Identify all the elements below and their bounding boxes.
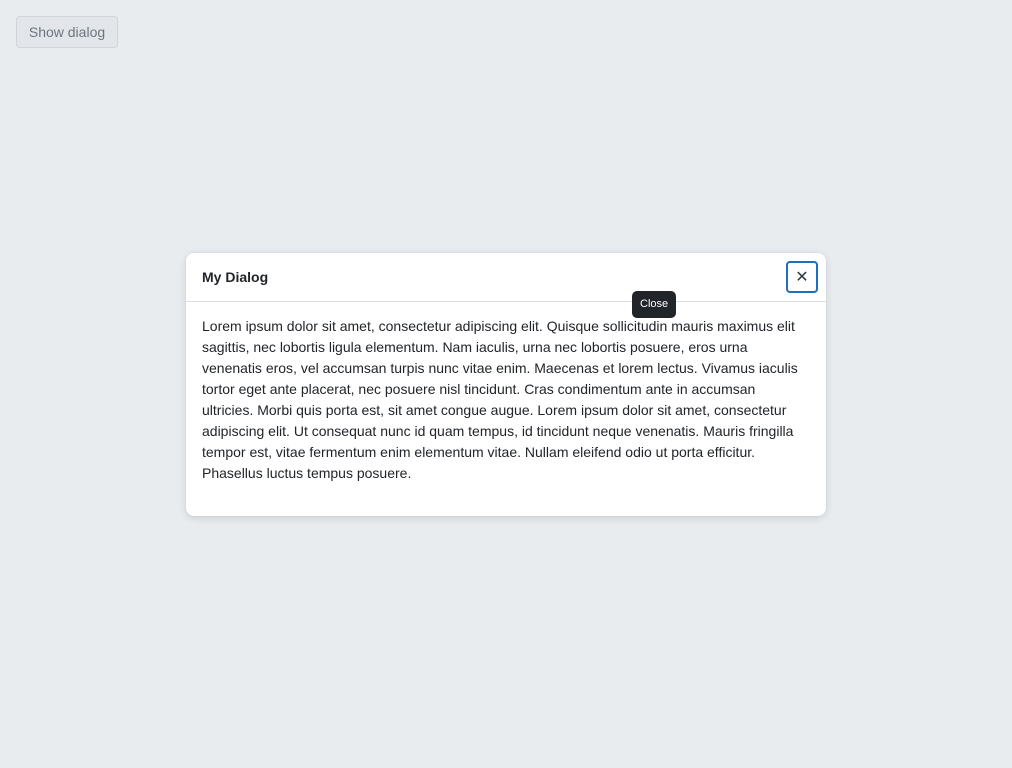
dialog-body-text: Lorem ipsum dolor sit amet, consectetur … [202, 318, 798, 481]
close-tooltip: Close [632, 291, 677, 318]
close-button[interactable]: ✕ [786, 261, 818, 293]
dialog: My Dialog Close ✕ Lorem ipsum dolor sit … [186, 253, 826, 516]
dialog-title: My Dialog [202, 269, 269, 285]
page-background: Show dialog My Dialog Close ✕ Lorem ipsu… [0, 0, 1012, 768]
close-icon: ✕ [795, 267, 809, 286]
show-dialog-button[interactable]: Show dialog [16, 16, 118, 48]
dialog-header: My Dialog Close ✕ [186, 253, 826, 318]
